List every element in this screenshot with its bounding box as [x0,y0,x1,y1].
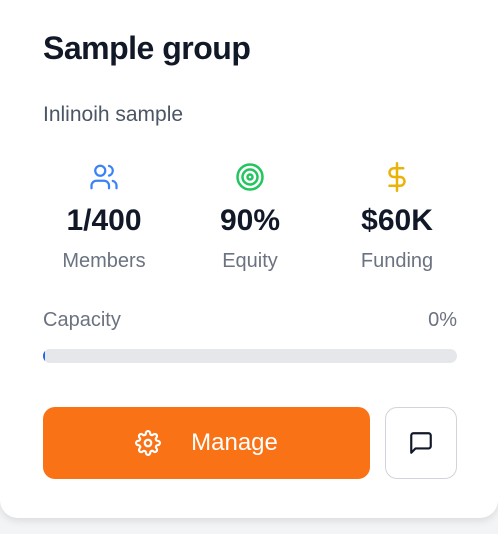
users-icon [90,164,118,190]
message-button[interactable] [385,407,457,479]
manage-button[interactable]: Manage [43,407,370,479]
group-title: Sample group [43,30,251,66]
target-icon [236,163,264,191]
capacity-label: Capacity [43,309,121,331]
stats-row: 1/400 Members 90% Equity $60K Funding [43,160,457,280]
message-square-icon [410,432,432,454]
stat-value: $60K [361,204,433,237]
group-subtitle: Inlinoih sample [43,103,184,126]
stat-label: Funding [360,250,434,272]
capacity-row: Capacity 0% [43,309,457,335]
stat-funding: $60K Funding [294,160,498,273]
capacity-percent: 0% [428,309,457,331]
capacity-progress-bar [43,349,457,363]
manage-button-label: Manage [191,429,278,456]
group-card: Sample group Inlinoih sample 1/400 Membe… [0,0,498,518]
dollar-icon [388,162,406,192]
capacity-progress-fill [43,349,45,363]
gear-icon [135,430,162,456]
